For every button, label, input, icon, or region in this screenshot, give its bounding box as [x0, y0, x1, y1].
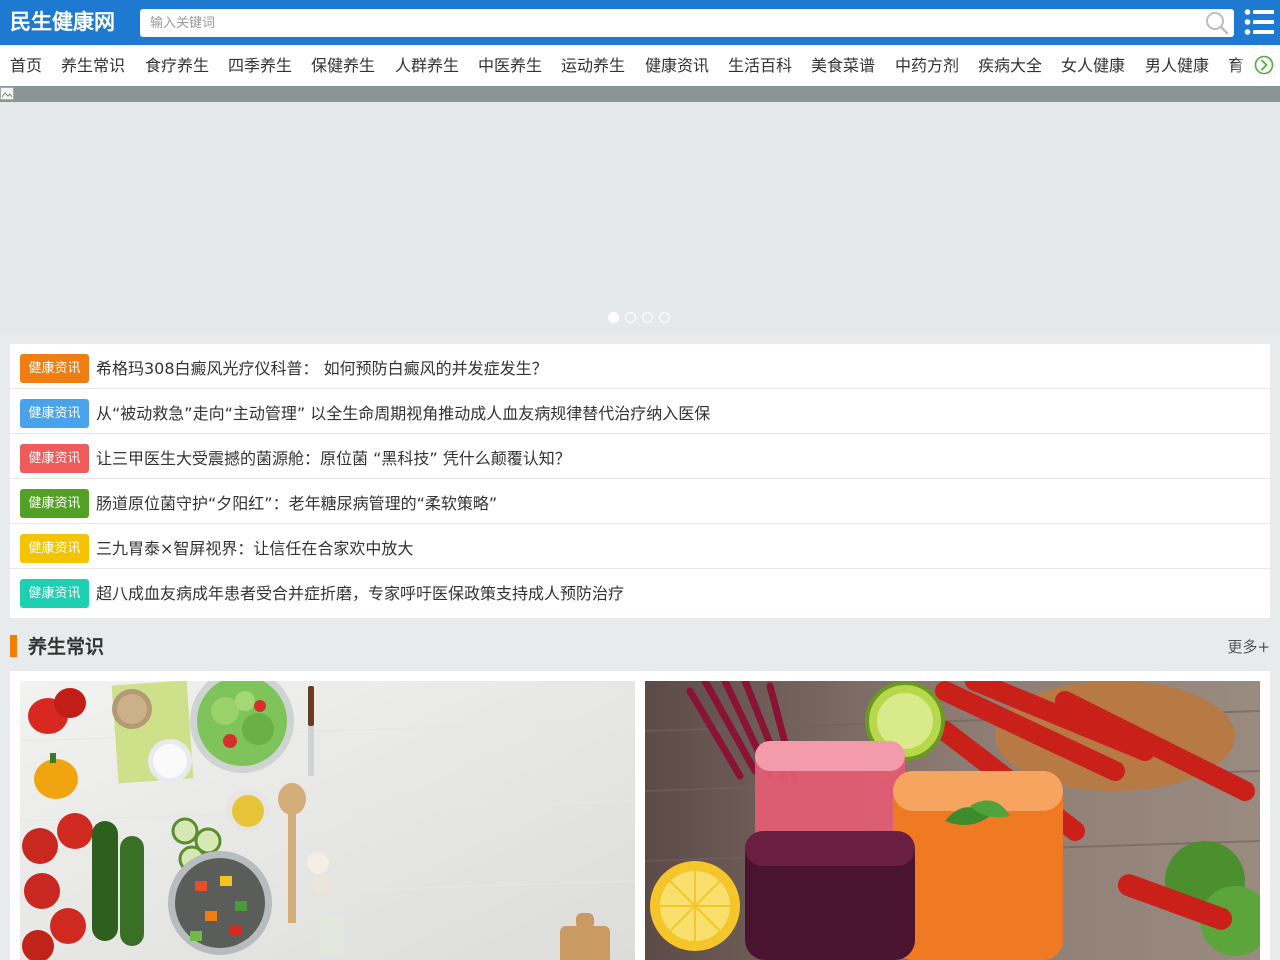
search-icon[interactable]: [1204, 11, 1230, 35]
menu-icon[interactable]: [1244, 8, 1274, 36]
header: 民生健康网: [0, 0, 1280, 45]
banner-slider[interactable]: [0, 86, 1280, 334]
news-tag[interactable]: 健康资讯: [20, 579, 89, 608]
slider-dots: [608, 312, 678, 324]
slider-dot-3[interactable]: [642, 312, 653, 323]
nav-item-diet-therapy[interactable]: 食疗养生: [145, 55, 209, 76]
section-header: 养生常识 更多+: [10, 630, 1270, 662]
chevron-right-icon[interactable]: [1254, 55, 1274, 75]
section-accent-bar: [10, 635, 17, 657]
news-item[interactable]: 健康资讯 让三甲医生大受震撼的菌源舱：原位菌 “黑科技” 凭什么颠覆认知？: [10, 434, 1270, 479]
banner-topbar: [0, 86, 1280, 102]
article-card-juices[interactable]: [645, 681, 1260, 960]
juices-photo: [645, 681, 1260, 960]
nav-item-men[interactable]: 男人健康: [1145, 55, 1209, 76]
nav-item-women[interactable]: 女人健康: [1061, 55, 1125, 76]
nav-item-recipes[interactable]: 美食菜谱: [811, 55, 875, 76]
article-cards: [10, 671, 1270, 960]
nav-arrow-wrap: [1248, 45, 1280, 86]
news-item[interactable]: 健康资讯 希格玛308白癜风光疗仪科普： 如何预防白癜风的并发症发生？: [10, 344, 1270, 389]
nav-item-tcm[interactable]: 中医养生: [478, 55, 542, 76]
article-card-vegetables[interactable]: [20, 681, 635, 960]
news-item[interactable]: 健康资讯 从“被动救急”走向“主动管理” 以全生命周期视角推动成人血友病规律替代…: [10, 389, 1270, 434]
nav-fade: [1236, 45, 1248, 86]
news-item[interactable]: 健康资讯 肠道原位菌守护“夕阳红”：老年糖尿病管理的“柔软策略”: [10, 479, 1270, 524]
category-nav: 首页 养生常识 食疗养生 四季养生 保健养生 人群养生 中医养生 运动养生 健康…: [0, 45, 1280, 86]
slider-dot-4[interactable]: [659, 312, 670, 323]
nav-item-news[interactable]: 健康资讯: [645, 55, 709, 76]
news-item[interactable]: 健康资讯 三九胃泰×智屏视界：让信任在合家欢中放大: [10, 524, 1270, 569]
nav-item-seasonal[interactable]: 四季养生: [228, 55, 292, 76]
more-link[interactable]: 更多+: [1227, 637, 1270, 657]
news-title[interactable]: 三九胃泰×智屏视界：让信任在合家欢中放大: [96, 538, 413, 560]
broken-image-icon: [0, 87, 14, 100]
news-list: 健康资讯 希格玛308白癜风光疗仪科普： 如何预防白癜风的并发症发生？ 健康资讯…: [10, 344, 1270, 618]
news-title[interactable]: 肠道原位菌守护“夕阳红”：老年糖尿病管理的“柔软策略”: [96, 493, 497, 515]
news-item[interactable]: 健康资讯 超八成血友病成年患者受合并症折磨，专家呼吁医保政策支持成人预防治疗: [10, 569, 1270, 614]
nav-item-care[interactable]: 保健养生: [311, 55, 375, 76]
nav-item-sports[interactable]: 运动养生: [561, 55, 625, 76]
nav-item-herbal[interactable]: 中药方剂: [895, 55, 959, 76]
nav-item-health-tips[interactable]: 养生常识: [61, 55, 125, 76]
news-title[interactable]: 从“被动救急”走向“主动管理” 以全生命周期视角推动成人血友病规律替代治疗纳入医…: [96, 403, 710, 425]
nav-item-life[interactable]: 生活百科: [728, 55, 792, 76]
news-title[interactable]: 让三甲医生大受震撼的菌源舱：原位菌 “黑科技” 凭什么颠覆认知？: [96, 448, 571, 470]
search-input[interactable]: [150, 9, 1190, 37]
news-title[interactable]: 超八成血友病成年患者受合并症折磨，专家呼吁医保政策支持成人预防治疗: [96, 583, 624, 605]
search-box: [140, 9, 1234, 37]
slider-dot-2[interactable]: [625, 312, 636, 323]
nav-item-home[interactable]: 首页: [10, 55, 42, 76]
news-tag[interactable]: 健康资讯: [20, 489, 89, 518]
news-tag[interactable]: 健康资讯: [20, 399, 89, 428]
nav-item-groups[interactable]: 人群养生: [395, 55, 459, 76]
vegetables-photo: [20, 681, 635, 960]
news-tag[interactable]: 健康资讯: [20, 444, 89, 473]
site-logo[interactable]: 民生健康网: [10, 8, 115, 36]
news-tag[interactable]: 健康资讯: [20, 534, 89, 563]
slider-dot-1[interactable]: [608, 312, 619, 323]
section-title: 养生常识: [28, 636, 105, 658]
nav-item-diseases[interactable]: 疾病大全: [978, 55, 1042, 76]
news-tag[interactable]: 健康资讯: [20, 354, 89, 383]
news-title[interactable]: 希格玛308白癜风光疗仪科普： 如何预防白癜风的并发症发生？: [96, 358, 548, 380]
